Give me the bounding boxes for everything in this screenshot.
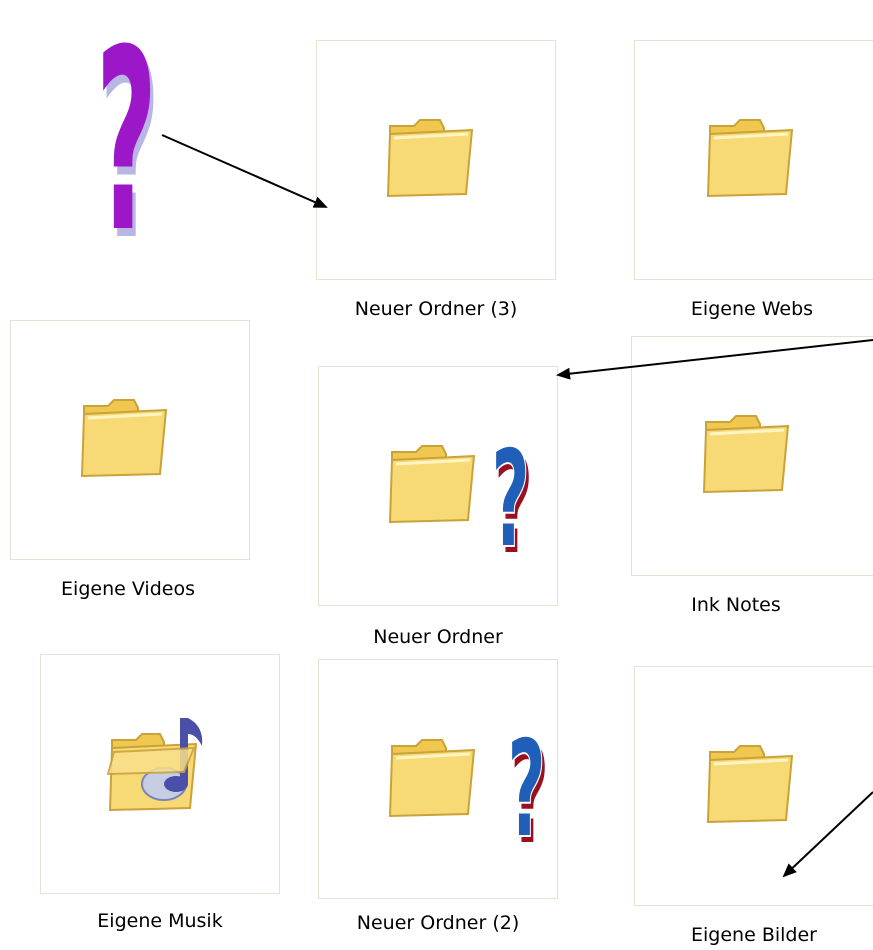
arrow-to-neuer-ordner-3 bbox=[161, 134, 328, 208]
arrow-to-eigene-bilder bbox=[782, 791, 873, 878]
arrow-to-neuer-ordner bbox=[556, 339, 873, 380]
arrows-overlay bbox=[161, 134, 873, 878]
